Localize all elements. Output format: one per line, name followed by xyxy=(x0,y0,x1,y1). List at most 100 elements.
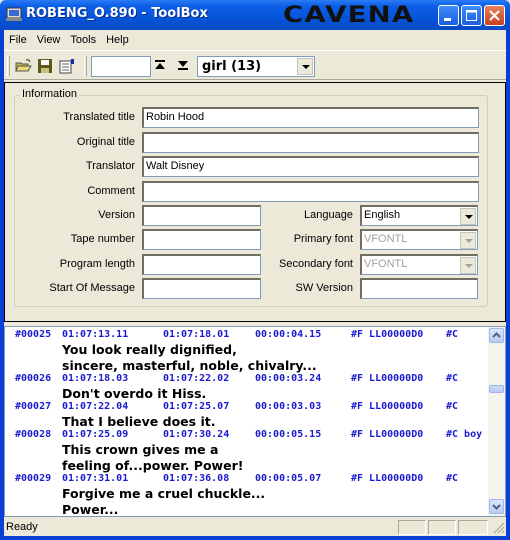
window-title: ROBENG_O.890 - ToolBox xyxy=(26,6,208,21)
duration: 00:00:03.03 xyxy=(255,401,322,412)
maximize-icon xyxy=(466,10,477,21)
time-in: 01:07:13.11 xyxy=(62,329,129,340)
open-folder-icon[interactable] xyxy=(15,58,32,74)
next-icon[interactable] xyxy=(177,58,189,72)
group-label: Information xyxy=(20,88,80,100)
tape-number-label: Tape number xyxy=(70,233,135,245)
speaker-tag: #C xyxy=(446,401,459,412)
speaker-tag: #C xyxy=(446,473,459,484)
scroll-thumb[interactable] xyxy=(489,385,504,393)
speaker-combo[interactable]: girl (13) xyxy=(197,56,315,77)
subtitle-text-line: Forgive me a cruel chuckle... xyxy=(62,486,266,501)
menu-tools[interactable]: Tools xyxy=(65,34,101,46)
toolbar-grip[interactable] xyxy=(7,56,10,76)
subtitle-id: #00025 xyxy=(15,329,52,340)
properties-icon[interactable] xyxy=(59,58,76,74)
search-input[interactable] xyxy=(91,56,151,77)
menu-bar: File View Tools Help xyxy=(4,30,506,49)
start-of-message-label: Start Of Message xyxy=(49,282,135,294)
translated-title-label: Translated title xyxy=(63,111,135,123)
previous-icon[interactable] xyxy=(154,58,166,72)
menu-view[interactable]: View xyxy=(32,34,66,46)
subtitle-text-line: sincere, masterful, noble, chivalry... xyxy=(62,358,317,373)
close-icon xyxy=(489,10,500,21)
font-code: #F LL00000D0 xyxy=(351,329,424,340)
subtitle-text-line: Don't overdo it Hiss. xyxy=(62,386,207,401)
secondary-font-select: VFONTL xyxy=(360,254,478,275)
translator-field[interactable]: Walt Disney xyxy=(142,156,479,177)
chevron-up-icon xyxy=(492,332,501,338)
version-label: Version xyxy=(98,209,135,221)
time-in: 01:07:22.04 xyxy=(62,401,129,412)
version-field[interactable] xyxy=(142,205,261,226)
vertical-scrollbar[interactable] xyxy=(488,327,505,516)
font-code: #F LL00000D0 xyxy=(351,373,424,384)
subtitle-id: #00027 xyxy=(15,401,52,412)
subtitle-text-line: feeling of...power. Power! xyxy=(62,458,244,473)
sw-version-field[interactable] xyxy=(360,278,478,299)
time-out: 01:07:36.08 xyxy=(163,473,230,484)
translated-title-field[interactable]: Robin Hood xyxy=(142,107,479,128)
minimize-button[interactable] xyxy=(438,5,459,26)
status-pane-1 xyxy=(398,520,426,535)
comment-field[interactable] xyxy=(142,181,479,202)
toolbar: girl (13) xyxy=(4,50,506,80)
chevron-down-icon xyxy=(460,232,476,249)
start-of-message-field[interactable] xyxy=(142,278,261,299)
translator-label: Translator xyxy=(85,160,135,172)
resize-grip-icon[interactable] xyxy=(492,521,505,534)
chevron-down-icon xyxy=(460,257,476,274)
subtitle-id: #00026 xyxy=(15,373,52,384)
save-icon[interactable] xyxy=(37,58,54,74)
subtitle-id: #00029 xyxy=(15,473,52,484)
subtitle-text-line: Power... xyxy=(62,502,119,517)
app-icon xyxy=(6,7,22,21)
speaker-tag: #C xyxy=(446,329,459,340)
chevron-down-icon xyxy=(492,504,501,510)
subtitle-text-line: You look really dignified, xyxy=(62,342,237,357)
font-code: #F LL00000D0 xyxy=(351,429,424,440)
time-out: 01:07:18.01 xyxy=(163,329,230,340)
brand-logo: CAVENA xyxy=(283,3,415,28)
program-length-label: Program length xyxy=(59,258,135,270)
duration: 00:00:05.15 xyxy=(255,429,322,440)
title-bar[interactable]: ROBENG_O.890 - ToolBox CAVENA xyxy=(0,0,510,30)
font-code: #F LL00000D0 xyxy=(351,473,424,484)
duration: 00:00:05.07 xyxy=(255,473,322,484)
language-label: Language xyxy=(304,209,353,221)
subtitle-id: #00028 xyxy=(15,429,52,440)
speaker-tag: #C boy xyxy=(446,429,483,440)
minimize-icon xyxy=(444,18,451,21)
duration: 00:00:03.24 xyxy=(255,373,322,384)
subtitle-list[interactable]: #00025 01:07:13.11 01:07:18.01 00:00:04.15 #… xyxy=(4,326,506,517)
time-out: 01:07:25.07 xyxy=(163,401,230,412)
chevron-down-icon[interactable] xyxy=(460,208,476,225)
chevron-down-icon[interactable] xyxy=(297,58,313,75)
menu-help[interactable]: Help xyxy=(101,34,134,46)
scroll-up-button[interactable] xyxy=(489,328,504,343)
tape-number-field[interactable] xyxy=(142,229,261,250)
secondary-font-label: Secondary font xyxy=(279,258,353,270)
status-text: Ready xyxy=(6,521,38,533)
subtitle-text-line: This crown gives me a xyxy=(62,442,219,457)
program-length-field[interactable] xyxy=(142,254,261,275)
primary-font-select: VFONTL xyxy=(360,229,478,250)
language-select[interactable]: English xyxy=(360,205,478,226)
time-in: 01:07:31.01 xyxy=(62,473,129,484)
time-in: 01:07:18.03 xyxy=(62,373,129,384)
close-button[interactable] xyxy=(484,5,505,26)
info-panel: Information Translated title Robin Hood … xyxy=(4,82,506,322)
scroll-down-button[interactable] xyxy=(489,499,504,514)
subtitle-text-line: That I believe does it. xyxy=(62,414,216,429)
status-pane-3 xyxy=(458,520,488,535)
original-title-label: Original title xyxy=(76,136,135,148)
sw-version-label: SW Version xyxy=(295,282,353,294)
original-title-field[interactable] xyxy=(142,132,479,153)
toolbar-grip-2[interactable] xyxy=(84,56,87,76)
time-out: 01:07:30.24 xyxy=(163,429,230,440)
primary-font-label: Primary font xyxy=(293,233,353,245)
client-area: File View Tools Help girl (13) Informati… xyxy=(4,30,506,536)
maximize-button[interactable] xyxy=(461,5,482,26)
menu-file[interactable]: File xyxy=(4,34,32,46)
app-window: ROBENG_O.890 - ToolBox CAVENA File View … xyxy=(0,0,510,540)
